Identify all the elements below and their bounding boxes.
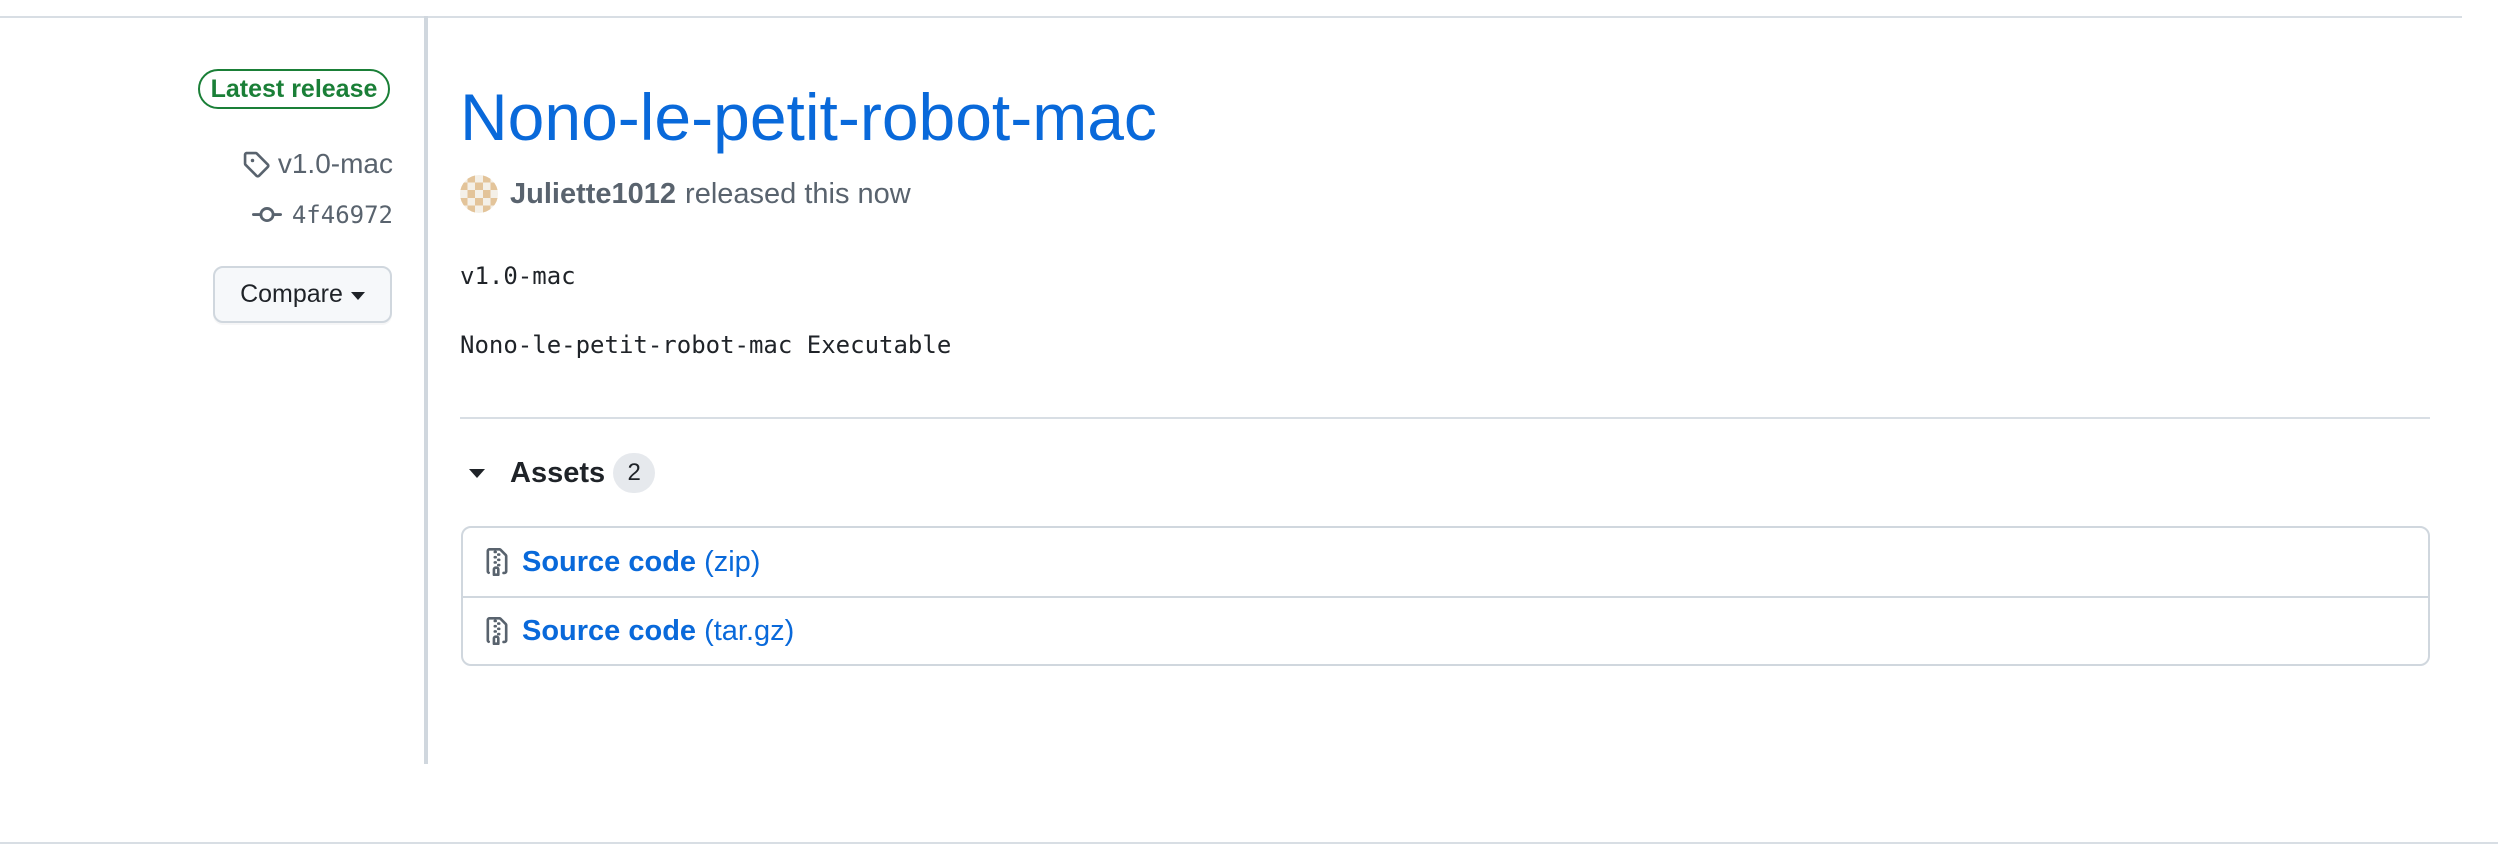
tag-link[interactable]: v1.0-mac	[242, 144, 393, 184]
asset-name: Source code	[522, 614, 697, 647]
top-divider	[0, 16, 2462, 18]
tag-label: v1.0-mac	[277, 148, 393, 179]
author-link[interactable]: Juliette1012	[510, 178, 676, 211]
avatar[interactable]	[460, 175, 498, 213]
asset-row[interactable]: Source code (zip)	[463, 528, 2428, 596]
release-body-description: Nono-le-petit-robot-mac Executable	[460, 331, 952, 359]
sidebar-divider	[424, 16, 428, 764]
release-author-line: Juliette1012 released this now	[460, 174, 911, 214]
file-zip-icon	[486, 617, 508, 645]
asset-format: (zip)	[704, 545, 761, 578]
tag-icon	[243, 151, 270, 178]
asset-row[interactable]: Source code (tar.gz)	[463, 596, 2428, 664]
triangle-down-icon	[350, 291, 365, 300]
compare-button[interactable]: Compare	[213, 266, 392, 323]
section-divider	[460, 417, 2430, 419]
assets-count-badge: 2	[613, 453, 656, 493]
asset-name: Source code	[522, 545, 697, 578]
assets-label: Assets	[510, 456, 606, 489]
bottom-divider	[0, 842, 2498, 844]
file-zip-icon	[486, 548, 508, 576]
released-text: released this now	[685, 177, 911, 210]
triangle-down-icon	[469, 468, 485, 478]
latest-release-badge: Latest release	[198, 69, 390, 109]
git-commit-icon	[251, 207, 282, 223]
release-body-tag: v1.0-mac	[460, 262, 576, 290]
asset-format: (tar.gz)	[704, 614, 795, 647]
assets-toggle[interactable]: Assets 2	[462, 452, 656, 494]
release-title[interactable]: Nono-le-petit-robot-mac	[460, 72, 1157, 162]
compare-label: Compare	[240, 280, 343, 308]
assets-list: Source code (zip) Source code (tar.gz)	[461, 526, 2430, 666]
commit-sha: 4f46972	[291, 201, 393, 229]
commit-link[interactable]: 4f46972	[251, 197, 393, 233]
